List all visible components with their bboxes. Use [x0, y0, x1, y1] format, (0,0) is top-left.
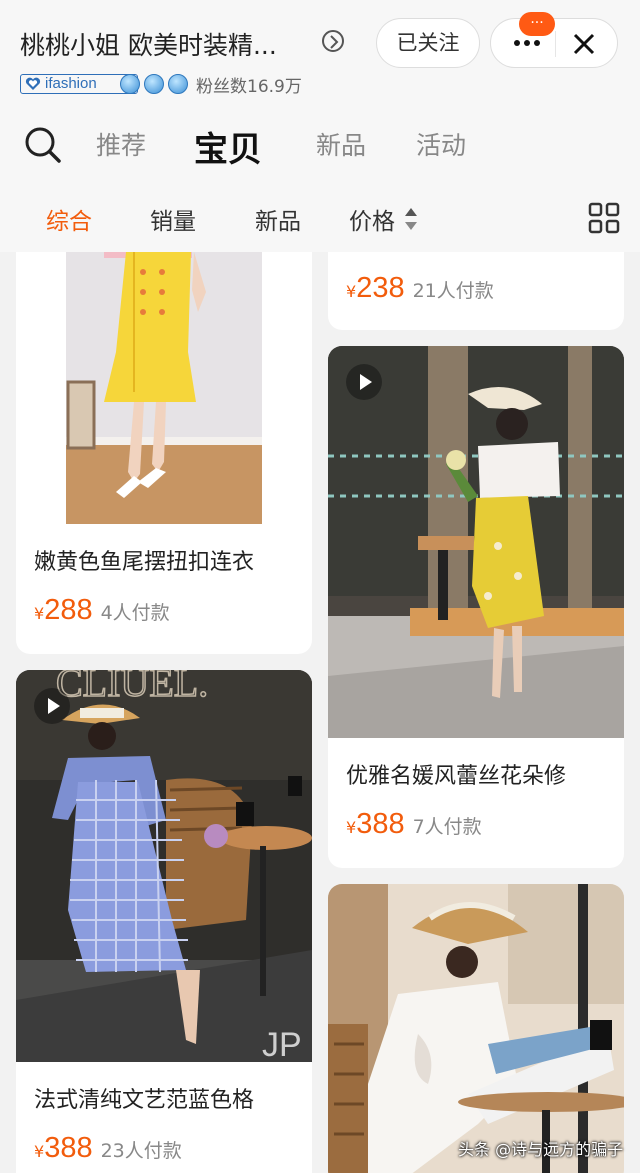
image-text-jp: JP	[262, 1026, 302, 1062]
sold-count: 23人付款	[100, 1140, 182, 1162]
close-icon[interactable]	[571, 31, 597, 57]
store-name[interactable]: 桃桃小姐 欧美时装精...	[20, 26, 277, 62]
brand-badge-label: ifashion	[45, 75, 97, 92]
product-image: CLIUEL. JP	[16, 670, 312, 1062]
product-title: 嫩黄色鱼尾摆扭扣连衣	[34, 550, 255, 575]
rank-diamond-icon	[120, 74, 140, 94]
sort-arrows-icon	[405, 208, 417, 230]
sold-count: 7人付款	[412, 816, 482, 838]
currency-symbol: ¥	[346, 818, 357, 837]
product-card[interactable]: ¥238 21人付款	[328, 252, 624, 330]
play-video-icon[interactable]	[346, 364, 382, 400]
chevron-right-icon[interactable]	[322, 30, 344, 52]
notification-badge: ···	[519, 12, 555, 36]
heart-icon	[25, 77, 41, 90]
product-image	[16, 252, 312, 524]
currency-symbol: ¥	[34, 1142, 45, 1161]
product-card[interactable]: 嫩黄色鱼尾摆扭扣连衣 ¥288 4人付款	[16, 252, 312, 654]
search-icon[interactable]	[24, 126, 62, 164]
sort-sales[interactable]: 销量	[150, 202, 196, 236]
rank-diamond-icon	[168, 74, 188, 94]
tab-items[interactable]: 宝贝	[194, 122, 262, 171]
product-card[interactable]: CLIUEL. JP 法式清纯文艺范蓝色格 ¥388 23人付款	[16, 670, 312, 1173]
product-price: 238	[356, 272, 405, 304]
sold-count: 21人付款	[412, 280, 494, 302]
sort-comprehensive[interactable]: 综合	[46, 202, 92, 236]
rank-diamond-icon	[144, 74, 164, 94]
price-line: ¥388 7人付款	[346, 808, 482, 841]
store-header: 桃桃小姐 欧美时装精... 已关注 ··· ifashion 粉丝数16.9万 …	[0, 0, 640, 252]
product-price: 388	[44, 1132, 93, 1164]
follow-button[interactable]: 已关注	[376, 18, 480, 68]
capsule-divider	[555, 31, 556, 57]
image-text-cliuel: CLIUEL.	[56, 670, 208, 705]
fans-count: 粉丝数16.9万	[196, 77, 302, 97]
tab-new[interactable]: 新品	[316, 126, 366, 162]
product-image	[328, 884, 624, 1173]
product-title: 优雅名媛风蕾丝花朵修	[346, 764, 567, 789]
product-feed[interactable]: 嫩黄色鱼尾摆扭扣连衣 ¥288 4人付款 ¥238 21人付款 优雅名媛风蕾丝花…	[0, 252, 640, 1173]
price-line: ¥388 23人付款	[34, 1132, 182, 1165]
currency-symbol: ¥	[346, 282, 357, 301]
watermark: 头条 @诗与远方的骗子	[458, 1140, 624, 1159]
product-card[interactable]: 优雅名媛风蕾丝花朵修 ¥388 7人付款	[328, 346, 624, 868]
currency-symbol: ¥	[34, 604, 45, 623]
grid-view-icon[interactable]	[588, 202, 620, 234]
tab-recommend[interactable]: 推荐	[96, 126, 146, 162]
play-video-icon[interactable]	[34, 688, 70, 724]
sort-new[interactable]: 新品	[255, 202, 301, 236]
price-line: ¥288 4人付款	[34, 594, 170, 627]
tab-events[interactable]: 活动	[416, 126, 466, 162]
product-card[interactable]	[328, 884, 624, 1173]
sort-price[interactable]: 价格	[349, 202, 395, 236]
price-line: ¥238 21人付款	[346, 272, 494, 305]
sold-count: 4人付款	[100, 602, 170, 624]
product-image	[328, 346, 624, 738]
product-title: 法式清纯文艺范蓝色格	[34, 1088, 255, 1113]
product-price: 388	[356, 808, 405, 840]
product-price: 288	[44, 594, 93, 626]
